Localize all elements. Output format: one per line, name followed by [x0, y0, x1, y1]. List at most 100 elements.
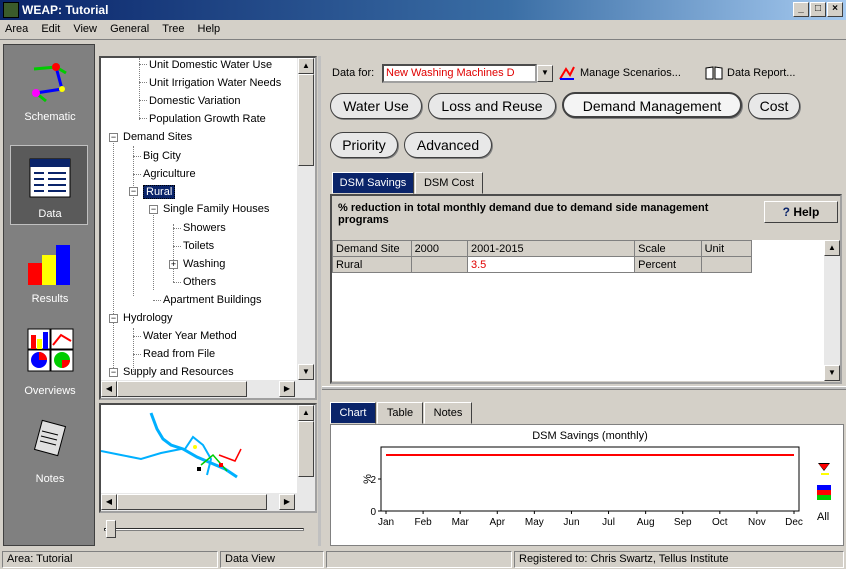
data-report-icon[interactable]	[705, 65, 723, 81]
category-loss-reuse[interactable]: Loss and Reuse	[428, 93, 556, 119]
chart-legend-icon[interactable]	[815, 461, 835, 481]
tree-item[interactable]: Agriculture	[143, 168, 196, 180]
expand-icon[interactable]: +	[169, 260, 178, 269]
tab-dsm-cost[interactable]: DSM Cost	[415, 172, 483, 194]
scroll-right-icon[interactable]: ▶	[279, 381, 295, 397]
menu-edit[interactable]: Edit	[36, 20, 65, 35]
tree-item[interactable]: Domestic Variation	[149, 95, 241, 107]
tree-item-demand-sites[interactable]: Demand Sites	[123, 131, 192, 143]
grid-header[interactable]: 2000	[410, 240, 468, 257]
data-for-label: Data for:	[332, 67, 375, 79]
tree-item[interactable]: Unit Domestic Water Use	[149, 59, 272, 71]
tree-item[interactable]: Toilets	[183, 240, 214, 252]
x-tick-label: Feb	[414, 517, 432, 528]
grid-header[interactable]: Unit	[700, 240, 753, 257]
minimize-button[interactable]: _	[793, 2, 809, 17]
zoom-slider-handle[interactable]	[106, 520, 116, 538]
horizontal-splitter[interactable]	[322, 386, 846, 390]
grid-cell[interactable]	[700, 256, 753, 273]
tree-hscroll-thumb[interactable]	[117, 381, 247, 397]
category-demand-management[interactable]: Demand Management	[562, 92, 742, 118]
minimap-drawing	[101, 412, 242, 479]
menu-view[interactable]: View	[68, 20, 102, 35]
scenario-select-value: New Washing Machines D	[386, 67, 515, 79]
tab-dsm-savings[interactable]: DSM Savings	[332, 172, 414, 194]
tree-item-rural-selected[interactable]: Rural	[143, 185, 176, 199]
results-icon[interactable]	[26, 241, 74, 287]
collapse-icon[interactable]: −	[129, 187, 138, 196]
help-button[interactable]: ? Help	[764, 201, 838, 223]
grid-cell-value[interactable]: 3.5	[466, 256, 636, 273]
nav-overviews-label[interactable]: Overviews	[4, 385, 96, 397]
close-button[interactable]: ×	[827, 2, 843, 17]
map-vscroll-thumb[interactable]	[298, 421, 314, 477]
menu-general[interactable]: General	[105, 20, 154, 35]
tree-item[interactable]: Others	[183, 276, 216, 288]
menu-area[interactable]: Area	[0, 20, 33, 35]
tree-item[interactable]: Unit Irrigation Water Needs	[149, 77, 281, 89]
tree-item[interactable]: Apartment Buildings	[163, 294, 261, 306]
scroll-right-icon[interactable]: ▶	[279, 494, 295, 510]
grid-header[interactable]: Scale	[634, 240, 702, 257]
manage-scenarios-icon[interactable]	[558, 65, 576, 81]
scroll-up-icon[interactable]: ▲	[298, 58, 314, 74]
scroll-left-icon[interactable]: ◀	[101, 381, 117, 397]
category-advanced[interactable]: Advanced	[404, 132, 492, 158]
collapse-icon[interactable]: −	[109, 133, 118, 142]
scroll-left-icon[interactable]: ◀	[101, 494, 117, 510]
tree-item[interactable]: Big City	[143, 150, 181, 162]
scroll-down-icon[interactable]: ▼	[824, 365, 840, 381]
nav-data-label[interactable]: Data	[4, 208, 96, 220]
tree-item[interactable]: Washing	[183, 258, 225, 270]
tree-item[interactable]: Single Family Houses	[163, 203, 269, 215]
tree-vscroll-thumb[interactable]	[298, 74, 314, 166]
data-icon[interactable]	[26, 155, 74, 201]
data-report-button[interactable]: Data Report...	[727, 67, 795, 79]
grid-vscroll[interactable]	[824, 240, 840, 381]
x-tick-label: Dec	[785, 517, 803, 528]
category-priority[interactable]: Priority	[330, 132, 398, 158]
nav-results-label[interactable]: Results	[4, 293, 96, 305]
menu-tree[interactable]: Tree	[157, 20, 189, 35]
dsm-content: % reduction in total monthly demand due …	[330, 194, 842, 384]
collapse-icon[interactable]: −	[109, 314, 118, 323]
tab-chart[interactable]: Chart	[330, 402, 376, 424]
nav-notes-label[interactable]: Notes	[4, 473, 96, 485]
scenario-select[interactable]: New Washing Machines D	[382, 64, 537, 83]
tree-item[interactable]: Population Growth Rate	[149, 113, 266, 125]
splitter[interactable]	[318, 56, 321, 546]
tab-notes[interactable]: Notes	[424, 402, 472, 424]
collapse-icon[interactable]: −	[109, 368, 118, 377]
map-hscroll-thumb[interactable]	[117, 494, 267, 510]
tab-table[interactable]: Table	[377, 402, 423, 424]
menu-help[interactable]: Help	[193, 20, 226, 35]
maximize-button[interactable]: □	[810, 2, 826, 17]
tree-item[interactable]: Read from File	[143, 348, 215, 360]
schematic-minimap[interactable]: ▲ ◀ ▶	[99, 403, 317, 513]
zoom-slider-track[interactable]	[104, 528, 304, 531]
scroll-down-icon[interactable]: ▼	[298, 364, 314, 380]
x-tick-label: Jan	[378, 517, 394, 528]
manage-scenarios-button[interactable]: Manage Scenarios...	[580, 67, 681, 79]
tree-item[interactable]: Showers	[183, 222, 226, 234]
chevron-down-icon[interactable]: ▼	[537, 65, 553, 82]
category-water-use[interactable]: Water Use	[330, 93, 422, 119]
scroll-up-icon[interactable]: ▲	[298, 405, 314, 421]
schematic-icon[interactable]	[26, 59, 74, 105]
tree-item[interactable]: Water Year Method	[143, 330, 237, 342]
tree-item-hydrology[interactable]: Hydrology	[123, 312, 173, 324]
grid-cell[interactable]: Rural	[332, 256, 412, 273]
overviews-icon[interactable]	[26, 327, 74, 373]
category-cost[interactable]: Cost	[748, 93, 800, 119]
collapse-icon[interactable]: −	[149, 205, 158, 214]
grid-header[interactable]: Demand Site	[332, 240, 412, 257]
tree-item-supply[interactable]: Supply and Resources	[123, 366, 234, 378]
grid-cell[interactable]	[410, 256, 468, 273]
notes-icon[interactable]	[26, 417, 74, 463]
nav-schematic-label[interactable]: Schematic	[4, 111, 96, 123]
scroll-up-icon[interactable]: ▲	[824, 240, 840, 256]
chart-series-icon[interactable]	[817, 485, 831, 501]
chart-all-label[interactable]: All	[817, 511, 829, 523]
grid-cell[interactable]: Percent	[634, 256, 702, 273]
grid-header[interactable]: 2001-2015	[466, 240, 636, 257]
